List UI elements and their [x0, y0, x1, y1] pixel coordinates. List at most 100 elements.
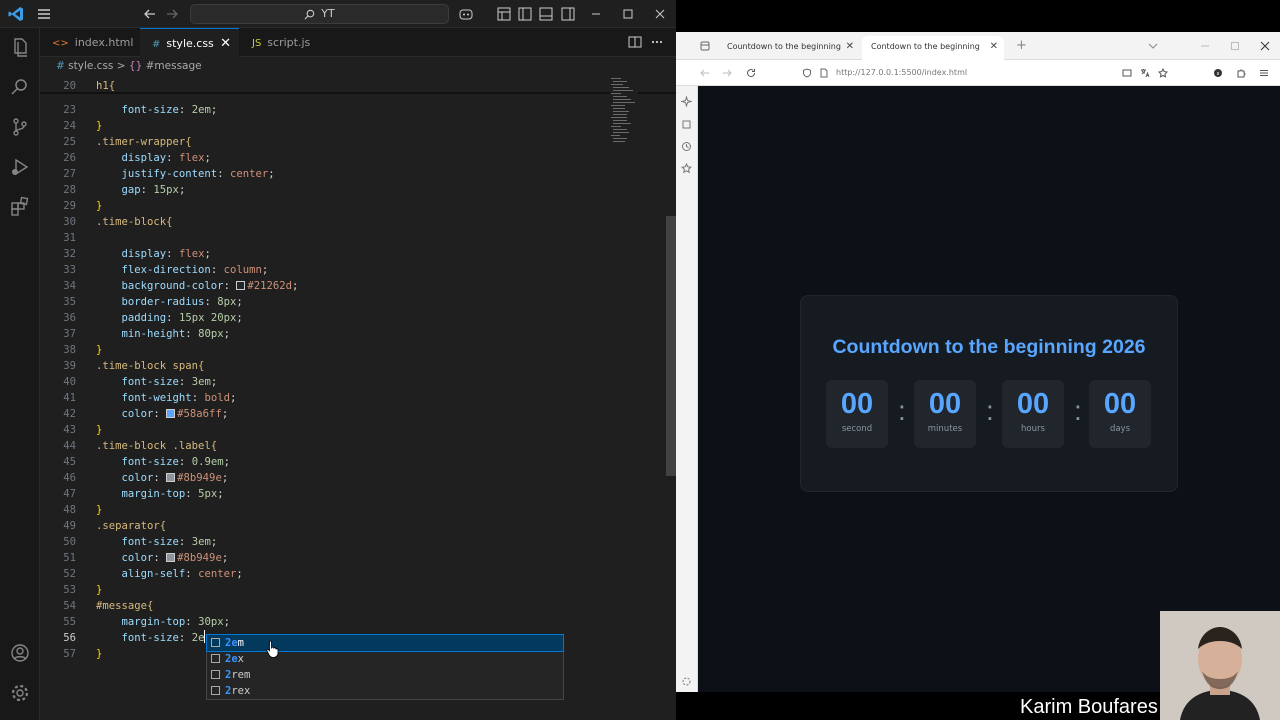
command-center-text: YT: [321, 7, 335, 20]
code-line[interactable]: }: [96, 646, 102, 662]
code-line[interactable]: }: [96, 118, 102, 134]
shield-icon[interactable]: [802, 68, 812, 78]
search-view-icon[interactable]: [9, 76, 31, 98]
code-line[interactable]: .time-block{: [96, 214, 173, 230]
tab-script-js[interactable]: JS script.js: [240, 28, 340, 57]
editor-scrollbar[interactable]: [666, 216, 676, 476]
code-line[interactable]: gap: 15px;: [96, 182, 186, 198]
code-line[interactable]: font-size: 3em;: [96, 374, 218, 390]
reload-icon[interactable]: [746, 68, 756, 78]
code-line[interactable]: font-size: 2em;: [96, 102, 218, 118]
time-value: 00: [1016, 388, 1050, 420]
code-line[interactable]: .time-block span{: [96, 358, 204, 374]
star-bookmark-icon[interactable]: [1158, 68, 1168, 78]
maximize-icon[interactable]: [620, 6, 636, 22]
screenshot-icon[interactable]: [1122, 68, 1132, 78]
extensions-puzzle-icon[interactable]: [1236, 68, 1246, 78]
code-line[interactable]: padding: 15px 20px;: [96, 310, 243, 326]
code-editor[interactable]: 20 h1{23 font-size: 2em; 24} 25 .timer-wrapp…: [40, 76, 676, 720]
close-tab-icon[interactable]: ✕: [220, 29, 231, 58]
command-center[interactable]: YT: [190, 4, 449, 24]
chevron-down-icon[interactable]: [1148, 42, 1158, 50]
more-actions-icon[interactable]: [650, 35, 664, 49]
code-line[interactable]: justify-content: center;: [96, 166, 275, 182]
source-control-icon[interactable]: [9, 116, 31, 138]
close-window-icon[interactable]: [1260, 41, 1270, 51]
code-line[interactable]: font-size: 0.9em;: [96, 454, 230, 470]
address-bar[interactable]: http://127.0.0.1:5500/index.html: [836, 60, 967, 86]
code-line[interactable]: color: #58a6ff;: [96, 406, 229, 422]
extensions-icon[interactable]: [9, 196, 31, 218]
code-line[interactable]: }: [96, 198, 102, 214]
explorer-icon[interactable]: [9, 36, 31, 58]
account-icon[interactable]: [9, 642, 31, 664]
breadcrumb-file[interactable]: style.css: [68, 60, 113, 72]
browser-tab-1[interactable]: Countdown to the beginning ✕: [676, 36, 860, 60]
code-line[interactable]: }: [96, 502, 102, 518]
code-line[interactable]: .time-block .label{: [96, 438, 217, 454]
code-line[interactable]: }: [96, 582, 102, 598]
minimap[interactable]: [610, 76, 638, 156]
toggle-panel-icon[interactable]: [496, 6, 512, 22]
toggle-secondary-sidebar-icon[interactable]: [560, 6, 576, 22]
code-line[interactable]: font-size: 3em;: [96, 534, 218, 550]
color-swatch-icon[interactable]: [236, 281, 246, 290]
code-line[interactable]: .timer-wrapper{: [96, 134, 192, 150]
split-editor-icon[interactable]: [628, 35, 642, 49]
suggestion-item[interactable]: 2ex: [207, 651, 563, 667]
close-tab-icon[interactable]: ✕: [990, 36, 998, 58]
code-line[interactable]: flex-direction: column;: [96, 262, 269, 278]
copilot-sparkle-icon[interactable]: [681, 96, 692, 107]
close-tab-icon[interactable]: ✕: [846, 36, 854, 58]
suggestion-item[interactable]: 2rex: [207, 683, 563, 699]
code-line[interactable]: border-radius: 8px;: [96, 294, 243, 310]
suggestion-item[interactable]: 2em: [206, 634, 564, 652]
minimize-icon[interactable]: [588, 6, 604, 22]
code-line[interactable]: margin-top: 30px;: [96, 614, 230, 630]
code-line[interactable]: .separator{: [96, 518, 166, 534]
code-line[interactable]: display: flex;: [96, 150, 211, 166]
code-line[interactable]: min-height: 80px;: [96, 326, 230, 342]
menu-icon[interactable]: [1259, 68, 1269, 78]
extension-info-icon[interactable]: [1213, 68, 1223, 78]
code-line[interactable]: margin-top: 5px;: [96, 486, 224, 502]
copilot-icon[interactable]: [458, 6, 474, 22]
code-line[interactable]: }: [96, 342, 102, 358]
code-line[interactable]: color: #8b949e;: [96, 470, 229, 486]
toggle-sidebar-icon[interactable]: [517, 6, 533, 22]
breadcrumb-symbol[interactable]: #message: [146, 60, 202, 72]
code-line[interactable]: align-self: center;: [96, 566, 243, 582]
favorites-icon[interactable]: [681, 163, 692, 174]
settings-gear-icon[interactable]: [681, 676, 692, 687]
code-line[interactable]: display: flex;: [96, 246, 211, 262]
page-info-icon[interactable]: [819, 68, 829, 78]
code-line[interactable]: background-color: #21262d;: [96, 278, 299, 294]
back-arrow-icon[interactable]: [700, 68, 710, 78]
suggestion-item[interactable]: 2rem: [207, 667, 563, 683]
code-line[interactable]: }: [96, 422, 102, 438]
forward-arrow-icon[interactable]: [164, 6, 180, 22]
maximize-icon[interactable]: [1230, 41, 1240, 51]
toggle-bottom-panel-icon[interactable]: [538, 6, 554, 22]
back-arrow-icon[interactable]: [142, 6, 158, 22]
browser-tab-2[interactable]: Contdown to the beginning ✕: [862, 36, 1004, 60]
minimize-icon[interactable]: [1200, 41, 1210, 51]
color-swatch-icon[interactable]: [166, 553, 176, 562]
close-window-icon[interactable]: [652, 6, 668, 22]
translate-icon[interactable]: [1140, 68, 1150, 78]
color-swatch-icon[interactable]: [166, 473, 176, 482]
history-icon[interactable]: [681, 141, 692, 152]
menu-icon[interactable]: [36, 6, 52, 22]
collections-icon[interactable]: [681, 119, 692, 130]
tab-index-html[interactable]: <> index.html: [40, 28, 139, 57]
tab-style-css[interactable]: # style.css ✕: [140, 28, 239, 57]
color-swatch-icon[interactable]: [166, 409, 176, 418]
settings-gear-icon[interactable]: [9, 682, 31, 704]
forward-arrow-icon[interactable]: [722, 68, 732, 78]
code-line[interactable]: color: #8b949e;: [96, 550, 229, 566]
code-line[interactable]: #message{: [96, 598, 153, 614]
new-tab-icon[interactable]: +: [1016, 38, 1027, 53]
run-debug-icon[interactable]: [9, 156, 31, 178]
code-line[interactable]: font-size: 2e: [96, 630, 206, 646]
code-line[interactable]: font-weight: bold;: [96, 390, 237, 406]
